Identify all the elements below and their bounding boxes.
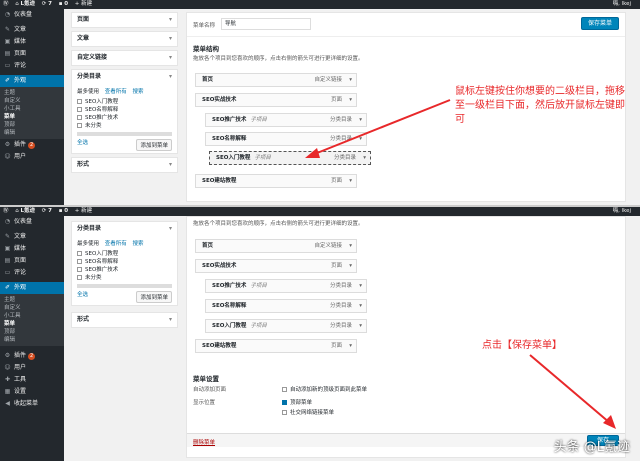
annotation-arrow-1 xyxy=(305,99,451,158)
watermark: 头条 @L氪迹 xyxy=(553,440,630,455)
annotation-arrow-2 xyxy=(529,354,616,429)
screenshot-top: Ⓦ ⌂ L氪迹 ⟳ 7 ▪ 0 + 新建 嗨, lkej ◔ 仪表盘 ✎ 文章 ▣ 媒… xyxy=(0,0,640,205)
screenshot-bottom: Ⓦ ⌂ L氪迹 ⟳ 7 ▪ 0 + 新建 嗨, lkej ◔ 仪表盘 ✎ 文章 ▣ 媒… xyxy=(0,205,640,461)
